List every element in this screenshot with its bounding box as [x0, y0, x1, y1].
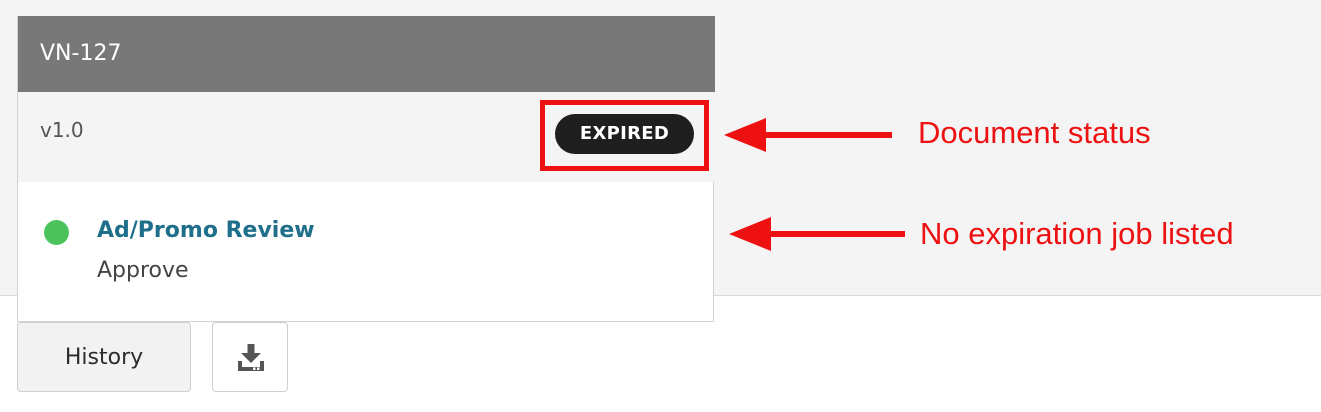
workflow-task: Approve	[97, 258, 189, 283]
workflow-name-link[interactable]: Ad/Promo Review	[97, 218, 315, 243]
history-button[interactable]: History	[17, 322, 191, 392]
download-button[interactable]	[212, 322, 288, 392]
expiration-annotation: No expiration job listed	[920, 216, 1234, 251]
document-id[interactable]: VN-127	[18, 16, 715, 92]
version-label: v1.0	[40, 118, 84, 142]
status-highlight-box	[540, 100, 709, 171]
workflow-status-dot	[44, 220, 69, 245]
status-arrow-icon	[724, 118, 892, 152]
expiration-arrow-icon	[729, 217, 905, 251]
download-icon	[238, 344, 264, 371]
status-annotation: Document status	[918, 115, 1151, 150]
